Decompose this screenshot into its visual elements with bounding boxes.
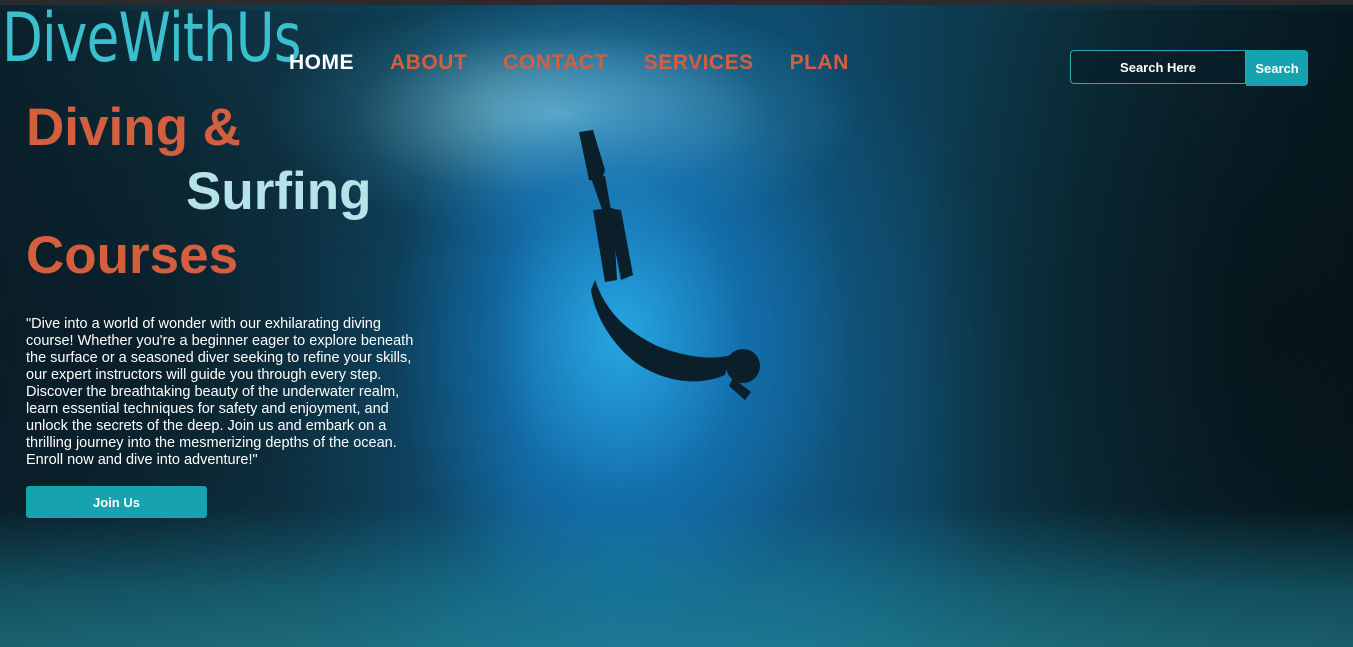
nav-item-services[interactable]: SERVICES bbox=[644, 48, 754, 78]
search-input[interactable] bbox=[1070, 50, 1246, 84]
nav-item-home[interactable]: HOME bbox=[289, 48, 354, 78]
nav-item-contact[interactable]: CONTACT bbox=[503, 48, 608, 78]
hero-title-line-3: Courses bbox=[26, 226, 239, 285]
hero-title-line-2: Surfing bbox=[186, 162, 372, 221]
top-strip bbox=[0, 0, 1353, 5]
brand-logo[interactable]: DiveWithUs bbox=[2, 0, 301, 78]
diver-illustration bbox=[579, 130, 760, 400]
hero-title: Diving & Surfing Courses bbox=[26, 96, 371, 288]
nav-item-about[interactable]: ABOUT bbox=[390, 48, 467, 78]
search-button[interactable]: Search bbox=[1246, 50, 1308, 86]
sea-floor bbox=[0, 507, 1353, 647]
join-us-button[interactable]: Join Us bbox=[26, 486, 207, 518]
hero-description: "Dive into a world of wonder with our ex… bbox=[26, 316, 414, 468]
hero-title-line-1: Diving & bbox=[26, 98, 241, 157]
main-nav: HOME ABOUT CONTACT SERVICES PLAN bbox=[289, 48, 885, 78]
search-form: Search bbox=[1070, 50, 1308, 86]
page: DiveWithUs HOME ABOUT CONTACT SERVICES P… bbox=[0, 0, 1353, 647]
nav-item-plan[interactable]: PLAN bbox=[790, 48, 849, 78]
